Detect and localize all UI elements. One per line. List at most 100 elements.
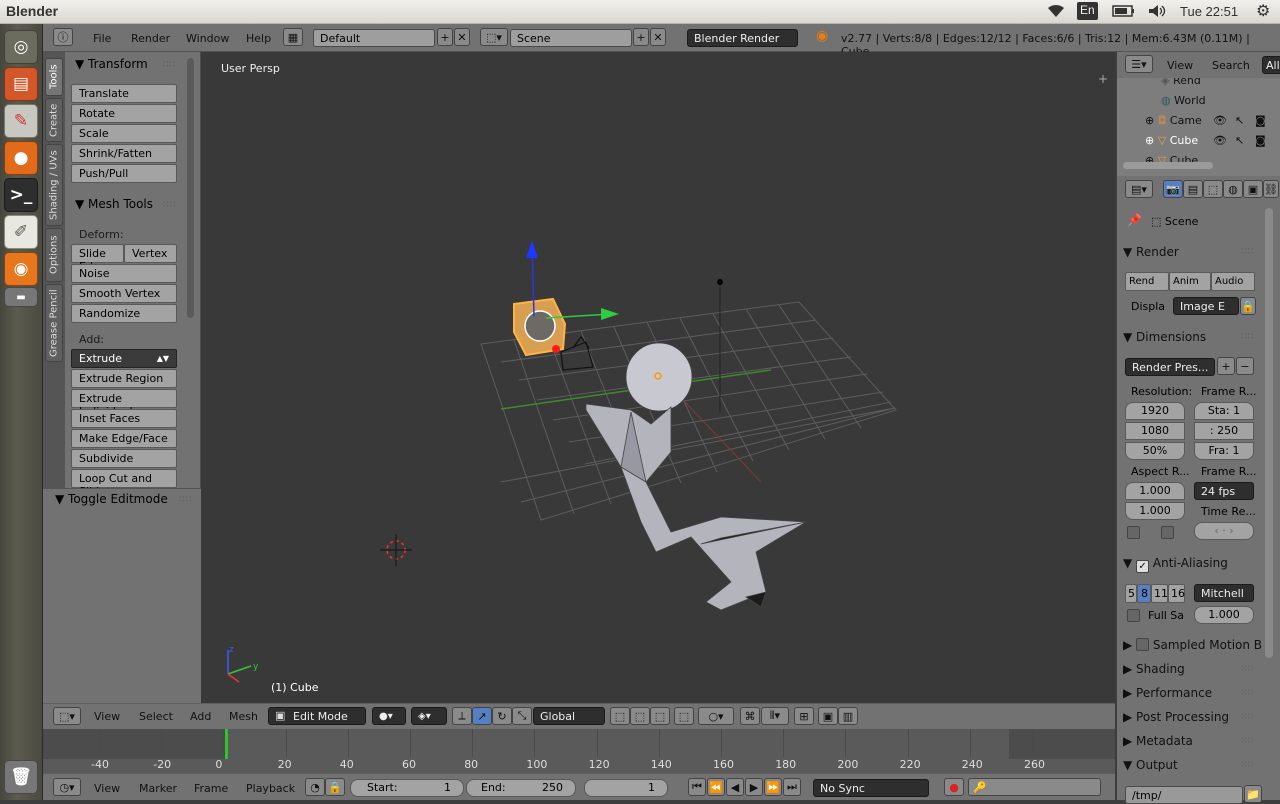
constraints-tab-icon[interactable]: ⛓ bbox=[1263, 180, 1279, 198]
menu-mesh[interactable]: Mesh bbox=[229, 710, 258, 723]
autokey-icon[interactable]: ◔ bbox=[305, 778, 325, 796]
menu-window[interactable]: Window bbox=[186, 32, 229, 45]
scene-tab-icon[interactable]: ⬚ bbox=[1203, 180, 1223, 198]
inset-faces-button[interactable]: Inset Faces bbox=[71, 409, 177, 428]
terminal-icon[interactable]: >_ bbox=[4, 178, 38, 212]
tab-options[interactable]: Options bbox=[45, 228, 63, 282]
next-key-icon[interactable]: ⏩ bbox=[764, 778, 782, 796]
trash-icon[interactable]: 🗑 bbox=[4, 760, 38, 794]
transform-orientation-select[interactable]: Global bbox=[533, 707, 605, 725]
tab-tools[interactable]: Tools bbox=[45, 58, 63, 96]
dash-icon[interactable]: ◎ bbox=[4, 30, 38, 64]
fps-select[interactable]: 24 fps bbox=[1194, 482, 1254, 500]
opengl-render-icon[interactable]: ▣ bbox=[818, 707, 838, 725]
screen-layout-icon[interactable]: ▦ bbox=[283, 28, 303, 46]
crop-checkbox[interactable] bbox=[1161, 526, 1174, 539]
text-editor-icon[interactable]: ✐ bbox=[4, 215, 38, 249]
panel-grip-icon[interactable]: ∷∷ bbox=[1241, 736, 1254, 746]
sampled-motion-blur-header[interactable]: ▶ Sampled Motion B bbox=[1123, 638, 1267, 660]
motion-blur-checkbox[interactable] bbox=[1136, 638, 1150, 651]
record-icon[interactable]: ● bbox=[944, 778, 964, 796]
render-engine-select[interactable]: Blender Render bbox=[687, 29, 798, 47]
anti-aliasing-checkbox[interactable]: ✓ bbox=[1136, 560, 1150, 573]
files-icon[interactable]: ▤ bbox=[4, 67, 38, 101]
aa-samples-5[interactable]: 5 bbox=[1125, 584, 1137, 603]
scene-icon[interactable]: ⬚▾ bbox=[480, 28, 508, 46]
keying-set-field[interactable]: 🔑 bbox=[968, 778, 1101, 796]
select-cursor-icon[interactable]: ↖ bbox=[1235, 134, 1244, 147]
render-layers-tab-icon[interactable]: ▤ bbox=[1183, 180, 1203, 198]
current-frame-field[interactable]: 1 bbox=[584, 779, 668, 797]
panel-grip-icon[interactable]: ∷∷ bbox=[163, 60, 176, 70]
workspace-icon[interactable]: ▬ bbox=[4, 287, 38, 307]
render-animation-button[interactable]: Anim bbox=[1169, 272, 1211, 291]
jump-end-icon[interactable]: ⏭ bbox=[783, 778, 801, 796]
menu-marker[interactable]: Marker bbox=[139, 782, 177, 795]
prev-key-icon[interactable]: ⏪ bbox=[707, 778, 725, 796]
tool-shelf-scrollbar[interactable] bbox=[187, 58, 194, 318]
extrude-individual-button[interactable]: Extrude Individual bbox=[71, 389, 177, 418]
aa-samples-8[interactable]: 8 bbox=[1137, 584, 1151, 603]
menu-select[interactable]: Select bbox=[139, 710, 173, 723]
proportional-edit-icon[interactable]: ○▾ bbox=[698, 707, 734, 725]
menu-help[interactable]: Help bbox=[246, 32, 271, 45]
panel-grip-icon[interactable]: ∷∷ bbox=[1241, 332, 1254, 342]
3d-viewport[interactable]: User Persp + z y (1) Cube bbox=[201, 52, 1115, 703]
blender-icon[interactable]: ◉ bbox=[4, 252, 38, 286]
lock-interface-icon[interactable]: 🔒 bbox=[1240, 297, 1256, 315]
resolution-y-field[interactable]: 1080 bbox=[1125, 422, 1185, 440]
outliner-item-world[interactable]: ◍ World bbox=[1161, 94, 1206, 107]
panel-grip-icon[interactable]: ∷∷ bbox=[1241, 664, 1254, 674]
add-scene-icon[interactable]: + bbox=[633, 28, 649, 46]
clock[interactable]: Tue 22:51 bbox=[1180, 4, 1238, 22]
push-pull-button[interactable]: Push/Pull bbox=[71, 164, 177, 183]
menu-add[interactable]: Add bbox=[190, 710, 211, 723]
frame-end-field[interactable]: : 250 bbox=[1194, 422, 1254, 440]
jump-start-icon[interactable]: ⏮ bbox=[688, 778, 706, 796]
menu-playback[interactable]: Playback bbox=[246, 782, 295, 795]
loop-cut-slide-button[interactable]: Loop Cut and Slide bbox=[71, 469, 177, 498]
info-editor-icon[interactable]: ⓘ bbox=[53, 28, 73, 46]
edge-select-icon[interactable]: ⬚ bbox=[630, 707, 650, 725]
pivot-point-select[interactable]: ◈▾ bbox=[411, 707, 447, 725]
playhead[interactable] bbox=[225, 729, 228, 759]
rotate-manipulator-icon[interactable]: ↻ bbox=[492, 707, 512, 725]
panel-grip-icon[interactable]: ∷∷ bbox=[1241, 712, 1254, 722]
outliner-item-render[interactable]: ◈ Rend bbox=[1161, 78, 1201, 87]
remove-preset-icon[interactable]: − bbox=[1236, 357, 1254, 375]
aspect-y-field[interactable]: 1.000 bbox=[1125, 502, 1185, 520]
mesh-tools-panel-header[interactable]: ▼ Mesh Tools bbox=[75, 197, 153, 211]
scale-manipulator-icon[interactable]: ⤡ bbox=[512, 707, 532, 725]
visibility-eye-icon[interactable]: 👁 bbox=[1213, 134, 1227, 147]
folder-icon[interactable]: 📁 bbox=[1244, 785, 1262, 803]
menu-frame[interactable]: Frame bbox=[194, 782, 228, 795]
vertex-select-icon[interactable]: ⬚ bbox=[610, 707, 630, 725]
remove-scene-icon[interactable]: ✕ bbox=[650, 28, 666, 46]
occlude-geometry-icon[interactable]: ⬚ bbox=[674, 707, 694, 725]
panel-grip-icon[interactable]: ∷∷ bbox=[1241, 760, 1254, 770]
panel-grip-icon[interactable]: ∷∷ bbox=[1241, 688, 1254, 698]
aspect-x-field[interactable]: 1.000 bbox=[1125, 482, 1185, 500]
toggle-editmode-header[interactable]: ▼ Toggle Editmode bbox=[55, 492, 168, 506]
aa-samples-11[interactable]: 11 bbox=[1151, 584, 1168, 603]
play-icon[interactable]: ▶ bbox=[745, 778, 763, 796]
properties-editor-icon[interactable]: ▤▾ bbox=[1125, 180, 1153, 198]
render-camera-icon[interactable]: ◙ bbox=[1255, 114, 1266, 127]
snap-element-icon[interactable]: ⫴▾ bbox=[761, 707, 789, 725]
add-preset-icon[interactable]: + bbox=[1217, 357, 1235, 375]
tab-create[interactable]: Create bbox=[45, 98, 63, 142]
viewport-shading-select[interactable]: ●▾ bbox=[372, 707, 406, 725]
full-sample-checkbox[interactable] bbox=[1127, 609, 1140, 622]
timeline[interactable]: -40 -20 0 20 40 60 80 100 120 140 160 180 200 220 240 2… bbox=[43, 729, 1115, 773]
object-tab-icon[interactable]: ▣ bbox=[1243, 180, 1263, 198]
render-tab-icon[interactable]: 📷 bbox=[1163, 180, 1183, 198]
frame-start-field[interactable]: Sta: 1 bbox=[1194, 402, 1254, 420]
translate-button[interactable]: Translate bbox=[71, 84, 177, 103]
time-remap-field[interactable]: ‹ · › bbox=[1194, 522, 1254, 540]
noise-button[interactable]: Noise bbox=[71, 264, 177, 283]
outliner-item-camera[interactable]: ⊕ ◘ Came bbox=[1145, 114, 1202, 127]
volume-icon[interactable] bbox=[1147, 3, 1167, 21]
rotate-button[interactable]: Rotate bbox=[71, 104, 177, 123]
screen-layout-field[interactable]: Default bbox=[313, 29, 435, 47]
software-center-icon[interactable]: ✎ bbox=[4, 104, 38, 138]
